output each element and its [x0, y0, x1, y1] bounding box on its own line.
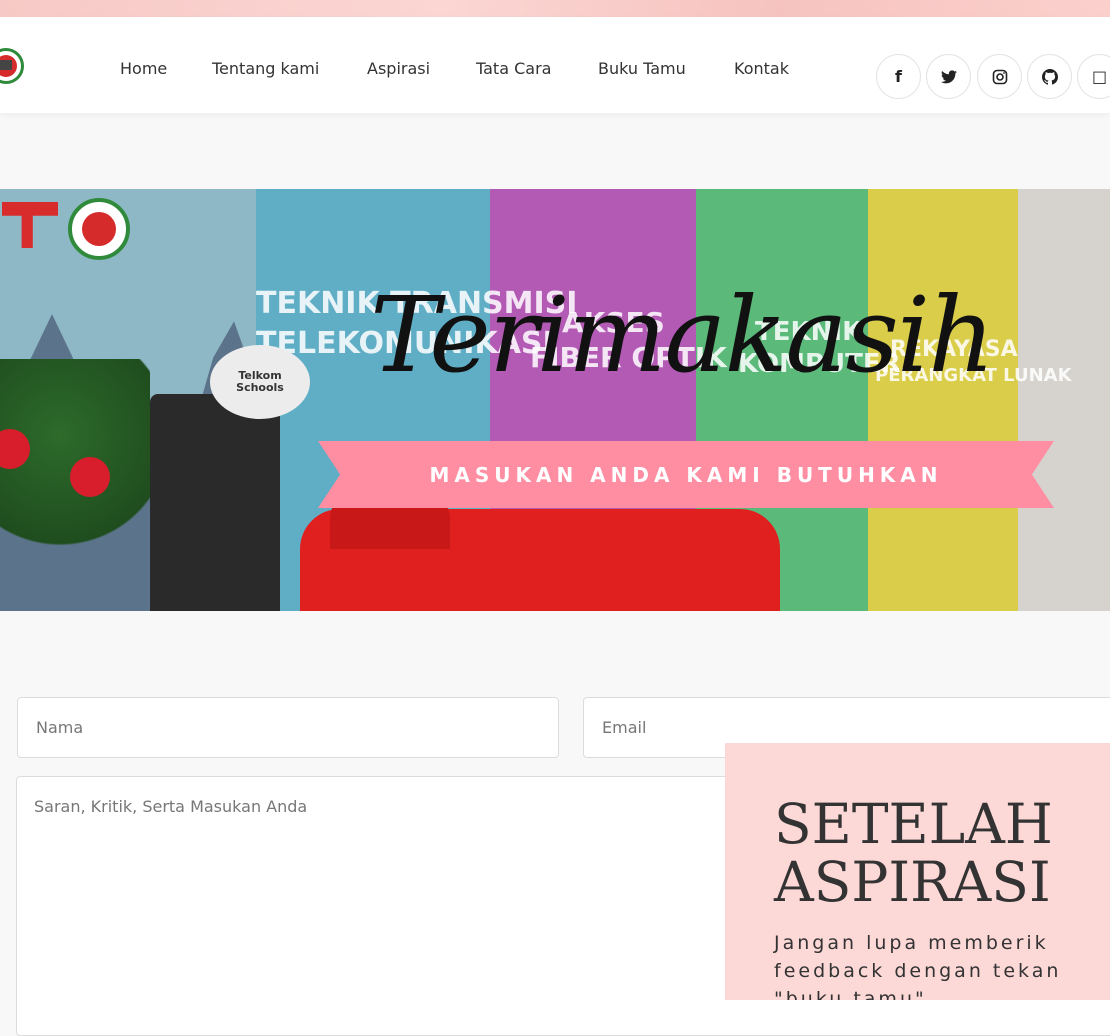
name-input[interactable]	[17, 697, 559, 758]
info-card: SETELAH ASPIRASI Jangan lupa memberik fe…	[725, 743, 1110, 1000]
telkom-badge-icon	[68, 198, 130, 260]
hero-banner: TEKNIK TRANSMISI TELEKOMUNIKASI AKSES FI…	[0, 189, 1110, 611]
hero-script-title: Terimakasih	[370, 274, 995, 396]
square-icon[interactable]: □	[1077, 54, 1110, 99]
nav-buku-tamu[interactable]: Buku Tamu	[598, 59, 686, 78]
red-flower	[70, 457, 110, 497]
info-card-text: Jangan lupa memberik feedback dengan tek…	[774, 932, 1062, 1000]
instagram-icon[interactable]	[977, 54, 1022, 99]
hero-ribbon: MASUKAN ANDA KAMI BUTUHKAN	[318, 441, 1054, 508]
school-logo[interactable]	[0, 48, 24, 84]
nav-tentang-kami[interactable]: Tentang kami	[212, 59, 319, 78]
ribbon-text: MASUKAN ANDA KAMI BUTUHKAN	[429, 462, 943, 487]
nav-aspirasi[interactable]: Aspirasi	[367, 59, 430, 78]
navbar: Home Tentang kami Aspirasi Tata Cara Buk…	[0, 17, 1110, 113]
nav-home[interactable]: Home	[120, 59, 167, 78]
telkom-schools-sign: Telkom Schools	[210, 345, 310, 419]
top-decorative-strip	[0, 0, 1110, 17]
nav-kontak[interactable]: Kontak	[734, 59, 789, 78]
facebook-icon[interactable]: f	[876, 54, 921, 99]
podium	[150, 394, 280, 611]
hero-panel-yellow	[868, 189, 1018, 611]
info-card-title: SETELAH ASPIRASI	[774, 792, 1053, 914]
hero-panel-wall	[1018, 189, 1110, 611]
github-icon[interactable]	[1027, 54, 1072, 99]
nav-tata-cara[interactable]: Tata Cara	[476, 59, 551, 78]
twitter-icon[interactable]	[926, 54, 971, 99]
